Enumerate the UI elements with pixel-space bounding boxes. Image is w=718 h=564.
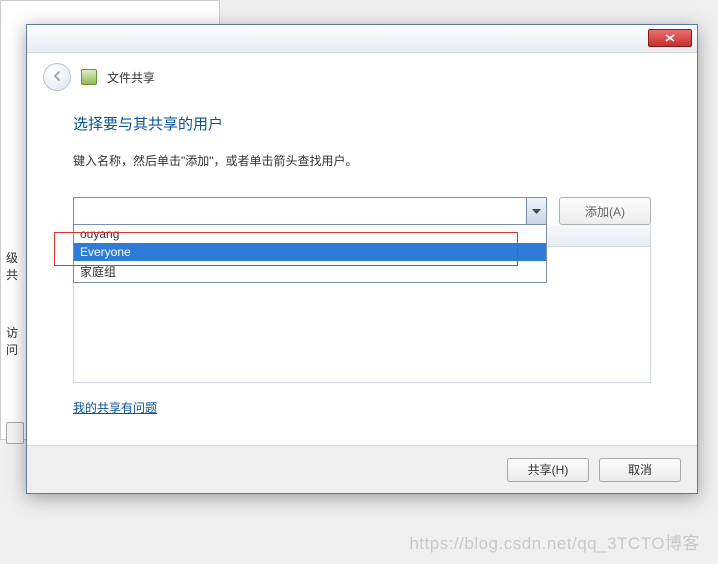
back-button[interactable] [43, 63, 71, 91]
instruction-text: 键入名称，然后单击"添加"，或者单击箭头查找用户。 [73, 152, 651, 169]
user-combobox[interactable] [73, 197, 547, 225]
back-arrow-icon [50, 69, 64, 86]
page-heading: 选择要与其共享的用户 [73, 113, 651, 134]
content-area: 选择要与其共享的用户 键入名称，然后单击"添加"，或者单击箭头查找用户。 ouy… [27, 97, 697, 416]
titlebar [27, 25, 697, 53]
dropdown-item-everyone[interactable]: Everyone [74, 243, 546, 261]
chevron-down-icon [532, 204, 541, 218]
close-icon [665, 34, 675, 42]
dropdown-item-homegroup[interactable]: 家庭组 [74, 261, 546, 282]
dialog-footer: 共享(H) 取消 [27, 445, 697, 493]
cancel-button[interactable]: 取消 [599, 458, 681, 482]
bg-button [6, 422, 24, 444]
close-button[interactable] [648, 29, 692, 47]
dropdown-arrow-button[interactable] [526, 198, 546, 224]
user-dropdown-list: ouyang Everyone 家庭组 [73, 224, 547, 283]
file-sharing-icon [81, 69, 97, 85]
add-button[interactable]: 添加(A) [559, 197, 651, 225]
help-link[interactable]: 我的共享有问题 [73, 399, 157, 416]
watermark-text: https://blog.csdn.net/qq_3TCTO博客 [409, 529, 700, 554]
combo-wrapper: ouyang Everyone 家庭组 [73, 197, 547, 225]
header-row: 文件共享 [27, 53, 697, 97]
share-button[interactable]: 共享(H) [507, 458, 589, 482]
file-sharing-dialog: 文件共享 选择要与其共享的用户 键入名称，然后单击"添加"，或者单击箭头查找用户… [26, 24, 698, 494]
dropdown-item-ouyang[interactable]: ouyang [74, 225, 546, 243]
dialog-title: 文件共享 [107, 69, 155, 86]
user-field-row: ouyang Everyone 家庭组 添加(A) [73, 197, 651, 225]
